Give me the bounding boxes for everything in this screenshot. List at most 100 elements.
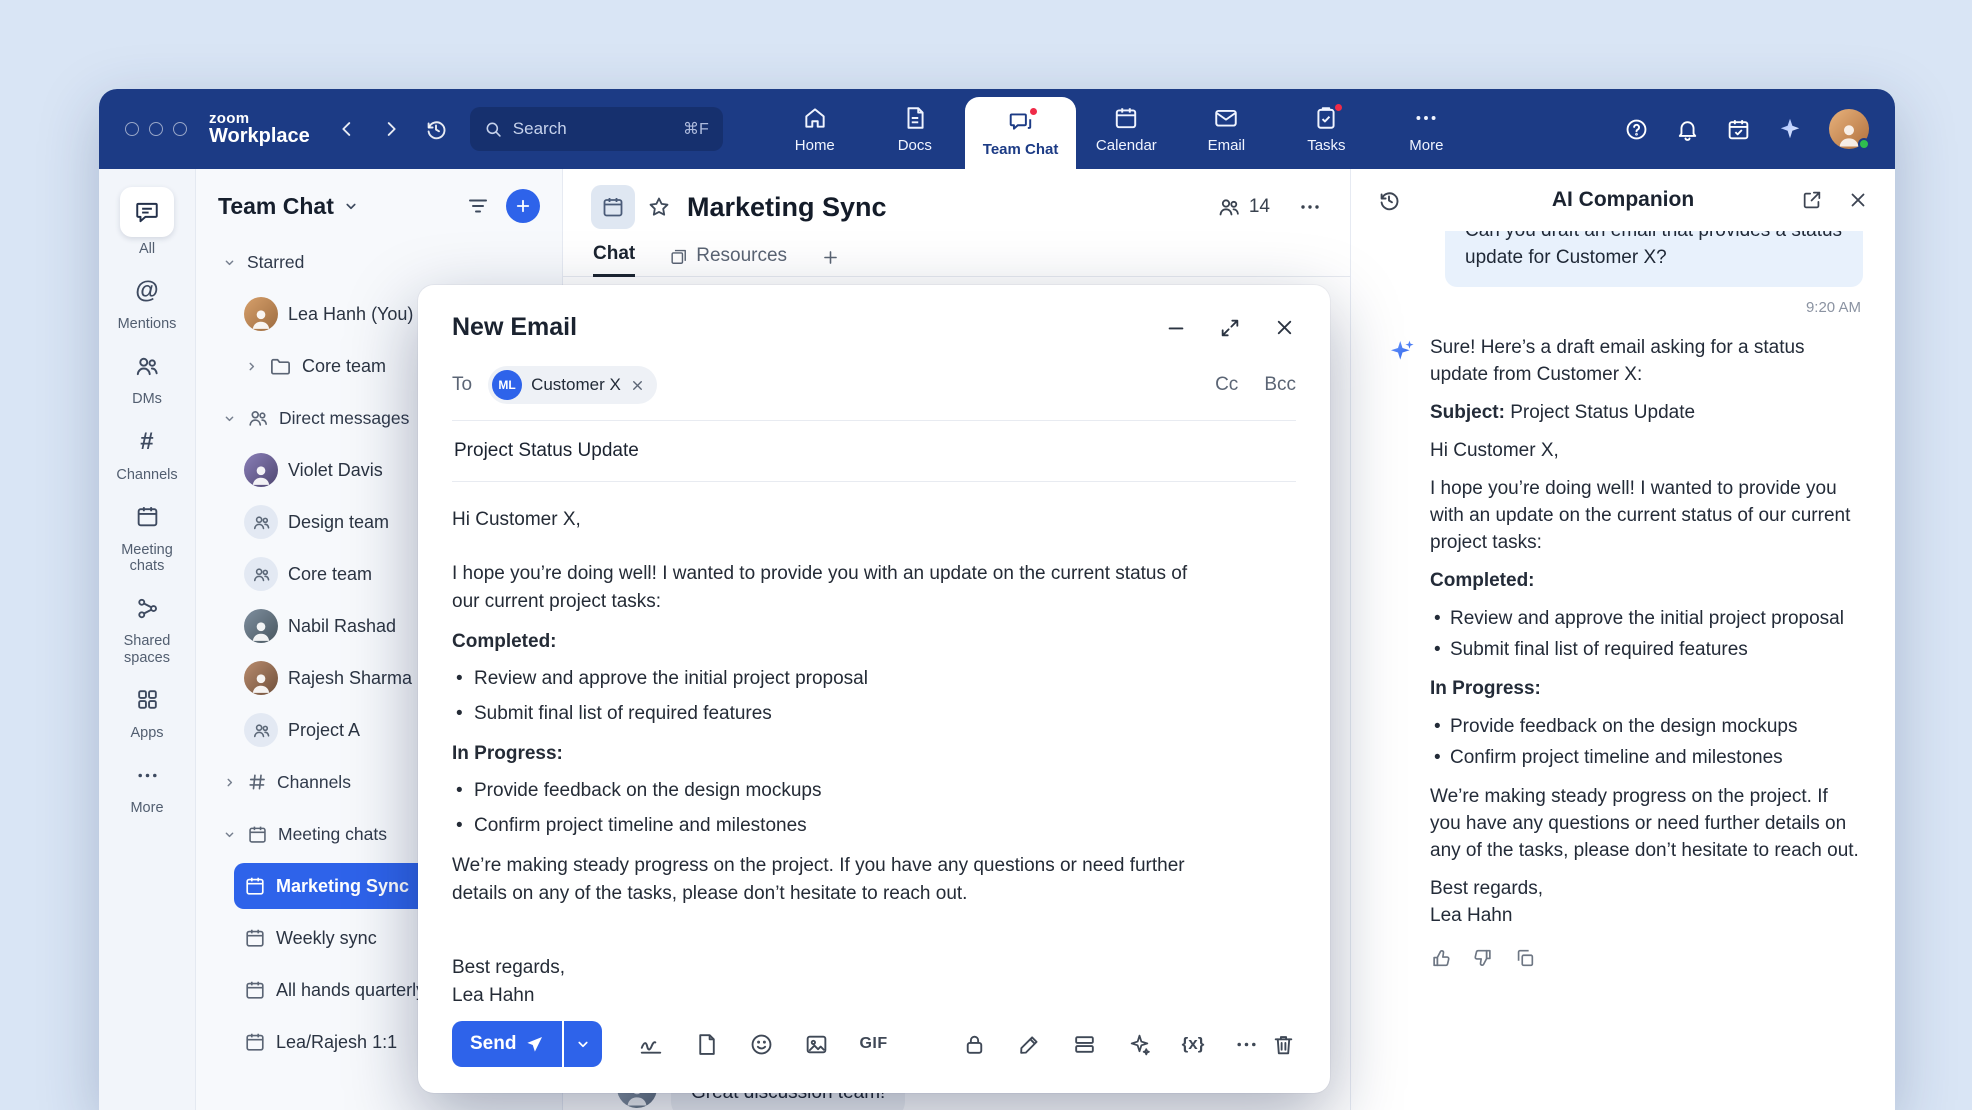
rail-item-apps[interactable]: Apps [120,679,174,741]
email-in-progress-label: In Progress: [452,740,1192,768]
thumbs-down-button[interactable] [1472,947,1494,969]
notifications-button[interactable] [1675,117,1700,142]
thumbs-down-icon [1472,947,1494,969]
list-item: Review and approve the initial project p… [1430,605,1863,632]
avatar [244,609,278,643]
send-options-button[interactable] [564,1021,602,1067]
close-panel-button[interactable] [1847,189,1869,211]
caret-right-icon [244,359,259,374]
email-body-editor[interactable]: Hi Customer X, I hope you’re doing well!… [452,482,1192,1021]
variable-icon: {x} [1182,1034,1205,1053]
discard-draft-button[interactable] [1271,1032,1296,1057]
copy-button[interactable] [1514,947,1536,969]
nav-more[interactable]: More [1376,89,1476,169]
chat-tabs: Chat Resources [563,241,1350,277]
nav-email[interactable]: Email [1176,89,1276,169]
edit-button[interactable] [1017,1032,1042,1057]
email-toolbar: Send [452,1021,1296,1093]
rail-item-all[interactable]: All [120,187,174,257]
nav-team-chat[interactable]: Team Chat [965,97,1077,169]
calendar-icon [247,824,268,845]
help-button[interactable] [1624,117,1649,142]
gif-button[interactable]: GIF [859,1035,887,1053]
thumbs-up-button[interactable] [1430,947,1452,969]
navbar-utilities [1624,109,1869,149]
window-controls [125,122,187,136]
history-icon [1377,188,1401,212]
shared-spaces-icon [135,596,160,621]
group-avatar [244,557,278,591]
ai-response-greeting: Hi Customer X, [1430,437,1863,464]
user-avatar[interactable] [1829,109,1869,149]
modal-title: New Email [452,313,577,342]
expand-button[interactable] [1219,317,1241,339]
ai-history-button[interactable] [1377,188,1401,212]
cc-button[interactable]: Cc [1215,374,1238,396]
forward-button[interactable] [380,118,402,140]
calendar-icon [244,979,266,1001]
close-button[interactable] [1273,316,1296,339]
subject-field[interactable]: Project Status Update [452,421,1296,481]
member-count[interactable]: 14 [1217,195,1270,219]
chevron-down-icon[interactable] [342,197,360,215]
remove-recipient-icon[interactable] [630,378,645,393]
minimize-icon [1165,317,1187,339]
minimize-button[interactable] [1165,317,1187,339]
nav-tasks[interactable]: Tasks [1276,89,1376,169]
list-item: Submit final list of required features [452,700,1192,728]
rail-item-more[interactable]: More [120,754,174,816]
add-tab-button[interactable] [821,248,840,276]
ai-response-closing: We’re making steady progress on the proj… [1430,783,1863,864]
filter-button[interactable] [466,194,490,218]
ai-assist-button[interactable] [1127,1032,1152,1057]
window-close-dot[interactable] [125,122,139,136]
rail-item-mentions[interactable]: @ Mentions [118,270,177,332]
ai-response-signoff: Best regards, [1430,875,1863,902]
window-minimize-dot[interactable] [149,122,163,136]
chat-filter-rail: All @ Mentions DMs # Channels Meeting ch… [99,169,196,1110]
rail-item-dms[interactable]: DMs [120,345,174,407]
emoji-button[interactable] [749,1032,774,1057]
section-starred[interactable]: Starred [212,239,546,285]
history-button[interactable] [424,117,448,141]
bcc-button[interactable]: Bcc [1264,374,1296,396]
sidebar-title: Team Chat [218,193,334,220]
rail-item-shared-spaces[interactable]: Shared spaces [103,587,191,665]
encrypt-button[interactable] [962,1032,987,1057]
more-options-button[interactable] [1298,195,1322,219]
logo-zoom-text: zoom [209,111,310,127]
tab-chat[interactable]: Chat [593,243,635,277]
layout-button[interactable] [1072,1032,1097,1057]
window-zoom-dot[interactable] [173,122,187,136]
hash-icon [247,772,267,792]
tab-resources[interactable]: Resources [669,245,787,276]
send-button[interactable]: Send [452,1021,562,1067]
ai-companion-button[interactable] [1777,116,1803,142]
desktop-background: { "navbar": { "logo_top": "zoom", "logo_… [0,0,1972,1110]
search-input[interactable]: Search ⌘F [470,107,723,151]
list-item: Provide feedback on the design mockups [1430,713,1863,740]
home-icon [802,105,828,131]
nav-home[interactable]: Home [765,89,865,169]
rail-item-meeting-chats[interactable]: Meeting chats [103,496,191,574]
ai-response-subject: Subject: Project Status Update [1430,399,1863,426]
nav-docs[interactable]: Docs [865,89,965,169]
template-button[interactable] [694,1032,719,1057]
recipient-chip[interactable]: ML Customer X [488,366,657,404]
rail-item-channels[interactable]: # Channels [116,421,177,483]
more-tools-button[interactable] [1234,1032,1259,1057]
open-in-new-window-button[interactable] [1801,189,1823,211]
signature-button[interactable] [638,1031,664,1057]
person-silhouette-icon [248,461,274,487]
new-chat-button[interactable] [506,189,540,223]
schedule-button[interactable] [1726,117,1751,142]
back-button[interactable] [336,118,358,140]
nav-calendar[interactable]: Calendar [1076,89,1176,169]
people-icon [134,353,160,379]
image-button[interactable] [804,1032,829,1057]
ai-conversation: Can you draft an email that provides a s… [1351,231,1895,1110]
favorite-star-button[interactable] [647,195,671,219]
code-variable-button[interactable]: {x} [1182,1034,1205,1054]
zoom-workplace-window: zoom Workplace Search ⌘F Home [99,89,1895,1110]
email-para: I hope you’re doing well! I wanted to pr… [452,560,1192,616]
